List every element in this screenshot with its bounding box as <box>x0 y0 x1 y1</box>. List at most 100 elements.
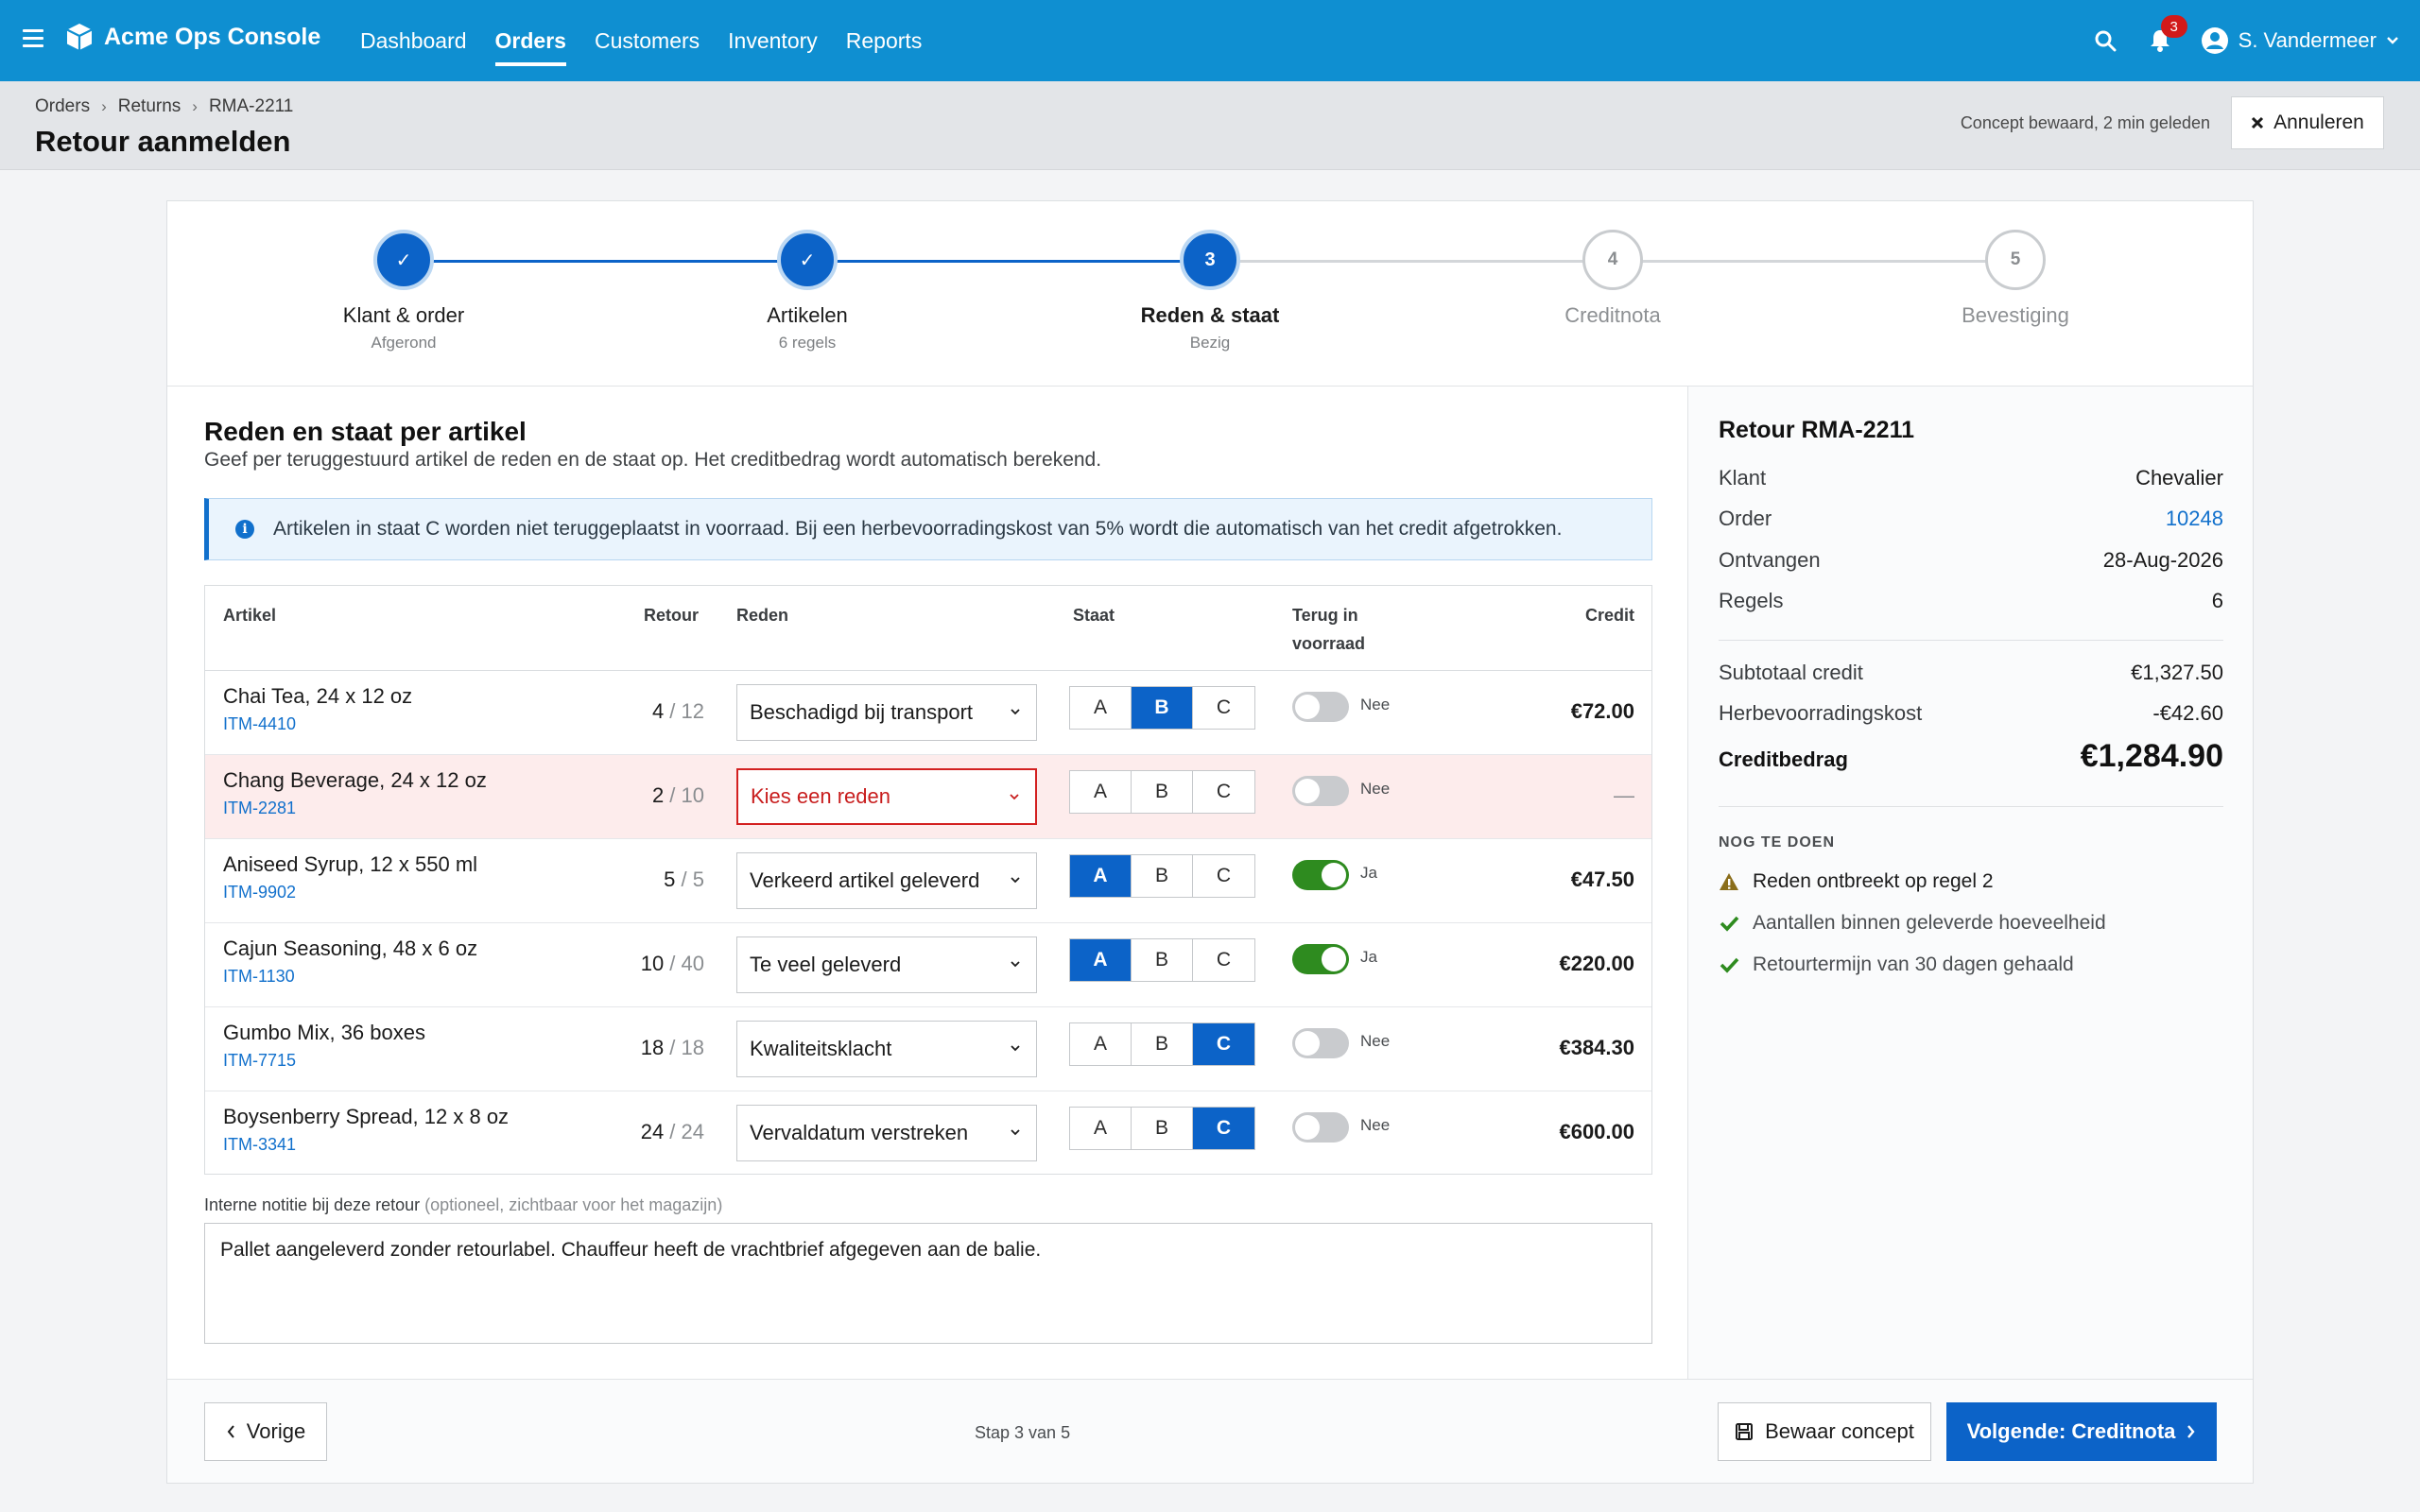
save-draft-label: Bewaar concept <box>1765 1419 1914 1443</box>
stepper: ✓ Klant & order Afgerond ✓ Artikelen 6 r… <box>167 201 2253 387</box>
internal-note-input[interactable] <box>204 1223 1652 1344</box>
item-sku-link[interactable]: ITM-7715 <box>223 1051 296 1071</box>
next-label: Volgende: Creditnota <box>1966 1419 2176 1443</box>
step-label: Reden & staat <box>1140 303 1280 327</box>
reason-select[interactable]: Te veel geleverd <box>736 936 1037 993</box>
step-number: 3 <box>1180 230 1240 290</box>
check-icon <box>1720 957 1739 973</box>
todo-text: Retourtermijn van 30 dagen gehaald <box>1753 954 2074 975</box>
nav-dashboard[interactable]: Dashboard <box>346 0 481 81</box>
step-4: 4 Creditnota <box>1471 230 1754 328</box>
state-option-c[interactable]: C <box>1193 939 1254 981</box>
breadcrumb-returns[interactable]: Returns <box>118 96 182 117</box>
save-draft-button[interactable]: Bewaar concept <box>1718 1402 1931 1461</box>
toggle-knob <box>1295 1115 1320 1140</box>
restock-toggle[interactable] <box>1292 944 1349 974</box>
item-sku-link[interactable]: ITM-4410 <box>223 714 296 734</box>
state-option-c[interactable]: C <box>1193 855 1254 897</box>
restock-toggle[interactable] <box>1292 1112 1349 1143</box>
state-option-b[interactable]: B <box>1132 1023 1193 1065</box>
toggle-knob <box>1322 947 1346 971</box>
hamburger-icon[interactable] <box>23 29 43 48</box>
state-option-b[interactable]: B <box>1132 1108 1193 1149</box>
col-terug-line2: voorraad <box>1292 634 1366 653</box>
restock-label: Ja <box>1360 948 1377 966</box>
nav-orders[interactable]: Orders <box>481 0 580 81</box>
summary-row-restock-fee: Herbevoorradingskost -€42.60 <box>1719 701 2223 726</box>
state-option-c[interactable]: C <box>1193 1108 1254 1149</box>
state-option-a[interactable]: A <box>1070 1108 1132 1149</box>
state-option-c[interactable]: C <box>1193 771 1254 813</box>
restock-toggle[interactable] <box>1292 860 1349 890</box>
state-option-b[interactable]: B <box>1132 687 1193 729</box>
qty-returned: 2 <box>651 783 665 807</box>
state-option-a[interactable]: A <box>1070 1023 1132 1065</box>
step-1[interactable]: ✓ Klant & order Afgerond <box>262 230 545 352</box>
brand[interactable]: Acme Ops Console <box>66 23 320 51</box>
state-option-b[interactable]: B <box>1132 771 1193 813</box>
return-quantity: 4 / 12 <box>652 699 704 724</box>
breadcrumb-orders[interactable]: Orders <box>35 96 90 117</box>
total-label: Creditbedrag <box>1719 747 1848 771</box>
summary-row-regels: Regels 6 <box>1719 589 2223 613</box>
previous-button[interactable]: Vorige <box>204 1402 327 1461</box>
state-option-b[interactable]: B <box>1132 855 1193 897</box>
restock-toggle[interactable] <box>1292 1028 1349 1058</box>
item-name: Chang Beverage, 24 x 12 oz <box>223 768 487 792</box>
table-row: Gumbo Mix, 36 boxes ITM-7715 18 / 18 Kwalit… <box>205 1007 1651 1091</box>
restock-toggle[interactable] <box>1292 692 1349 722</box>
section-description: Geef per teruggestuurd artikel de reden … <box>204 449 1102 471</box>
todo-item: Retourtermijn van 30 dagen gehaald <box>1719 954 2074 976</box>
nav-customers[interactable]: Customers <box>580 0 714 81</box>
state-option-c[interactable]: C <box>1193 1023 1254 1065</box>
item-sku-link[interactable]: ITM-9902 <box>223 883 296 902</box>
check-icon <box>1720 916 1739 932</box>
reason-value: Te veel geleverd <box>750 953 902 976</box>
state-option-a[interactable]: A <box>1070 939 1132 981</box>
item-name: Cajun Seasoning, 48 x 6 oz <box>223 936 478 960</box>
state-option-a[interactable]: A <box>1070 855 1132 897</box>
reason-select[interactable]: Verkeerd artikel geleverd <box>736 852 1037 909</box>
qty-returned: 4 <box>651 699 665 723</box>
item-sku-link[interactable]: ITM-2281 <box>223 799 296 818</box>
summary-value: -€42.60 <box>2152 701 2223 725</box>
close-icon <box>2252 116 2264 129</box>
table-header: Artikel Retour Reden Staat Terug in voor… <box>205 586 1651 671</box>
cancel-button[interactable]: Annuleren <box>2231 96 2384 149</box>
state-option-a[interactable]: A <box>1070 771 1132 813</box>
credit-amount: — <box>1614 783 1634 807</box>
nav-reports[interactable]: Reports <box>832 0 937 81</box>
summary-key: Subtotaal credit <box>1719 661 1863 684</box>
search-icon[interactable] <box>2091 26 2119 55</box>
todo-text: Reden ontbreekt op regel 2 <box>1753 870 1994 892</box>
qty-returned: 10 <box>640 952 665 975</box>
item-name: Chai Tea, 24 x 12 oz <box>223 684 413 708</box>
note-label: Interne notitie bij deze retour (optione… <box>204 1195 722 1215</box>
restock-label: Ja <box>1360 864 1377 882</box>
order-link[interactable]: 10248 <box>2166 507 2223 531</box>
brand-name: Acme Ops Console <box>104 23 321 50</box>
main-content: Reden en staat per artikel Geef per teru… <box>167 387 1687 1379</box>
reason-select[interactable]: Kwaliteitsklacht <box>736 1021 1037 1077</box>
state-option-b[interactable]: B <box>1132 939 1193 981</box>
step-2[interactable]: ✓ Artikelen 6 regels <box>666 230 949 352</box>
summary-panel: Retour RMA-2211 Klant Chevalier Order 10… <box>1687 387 2253 1379</box>
bell-icon[interactable]: 3 <box>2146 15 2187 55</box>
credit-amount: €384.30 <box>1559 1036 1634 1059</box>
user-menu[interactable]: S. Vandermeer <box>2201 26 2399 55</box>
col-terug: Terug in voorraad <box>1292 601 1365 658</box>
breadcrumb-current: RMA-2211 <box>208 96 294 116</box>
reason-select[interactable]: Vervaldatum verstreken <box>736 1105 1037 1161</box>
step-label: Creditnota <box>1564 303 1661 327</box>
page-title: Retour aanmelden <box>35 125 291 158</box>
next-button[interactable]: Volgende: Creditnota <box>1946 1402 2217 1461</box>
item-sku-link[interactable]: ITM-1130 <box>223 967 295 987</box>
item-sku-link[interactable]: ITM-3341 <box>223 1135 296 1155</box>
state-option-a[interactable]: A <box>1070 687 1132 729</box>
state-option-c[interactable]: C <box>1193 687 1254 729</box>
reason-select[interactable]: Beschadigd bij transport <box>736 684 1037 741</box>
reason-select[interactable]: Kies een reden <box>736 768 1037 825</box>
summary-value: 6 <box>2211 589 2223 612</box>
nav-inventory[interactable]: Inventory <box>714 0 832 81</box>
restock-toggle[interactable] <box>1292 776 1349 806</box>
